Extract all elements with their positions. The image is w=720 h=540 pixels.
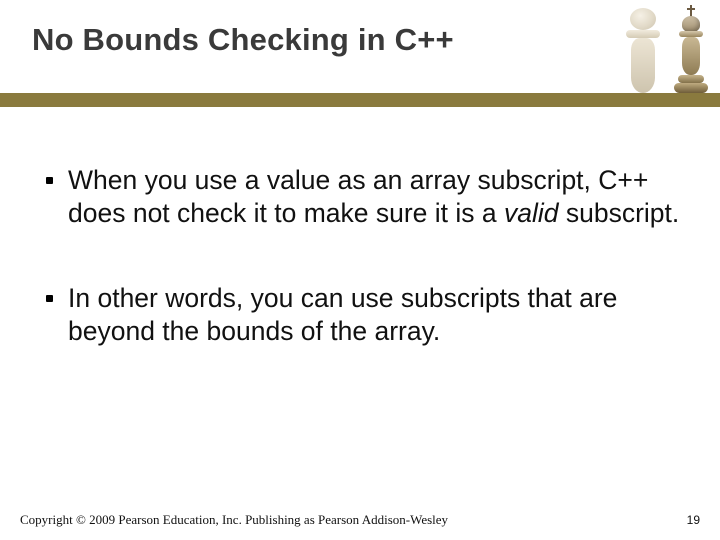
copyright-text: Copyright © 2009 Pearson Education, Inc.…: [20, 512, 448, 528]
bullet-text: When you use a value as an array subscri…: [68, 164, 686, 230]
page-number: 19: [687, 513, 700, 527]
chess-decor: [550, 0, 720, 93]
bullet-dot-icon: [46, 295, 53, 302]
bullet-text-pre: In other words, you can use subscripts t…: [68, 283, 617, 346]
bullet-text-emph: valid: [504, 198, 559, 228]
slide-title: No Bounds Checking in C++: [32, 22, 454, 58]
bullet-item: In other words, you can use subscripts t…: [46, 282, 686, 348]
title-underline: [0, 93, 720, 107]
chess-queen-icon: [618, 0, 668, 93]
chess-king-icon: [674, 5, 708, 93]
bullet-dot-icon: [46, 177, 53, 184]
bullet-text: In other words, you can use subscripts t…: [68, 282, 686, 348]
slide-header: No Bounds Checking in C++: [0, 0, 720, 120]
slide-footer: Copyright © 2009 Pearson Education, Inc.…: [20, 512, 700, 528]
bullet-text-post: subscript.: [559, 198, 680, 228]
slide-content: When you use a value as an array subscri…: [0, 120, 720, 349]
bullet-item: When you use a value as an array subscri…: [46, 164, 686, 230]
